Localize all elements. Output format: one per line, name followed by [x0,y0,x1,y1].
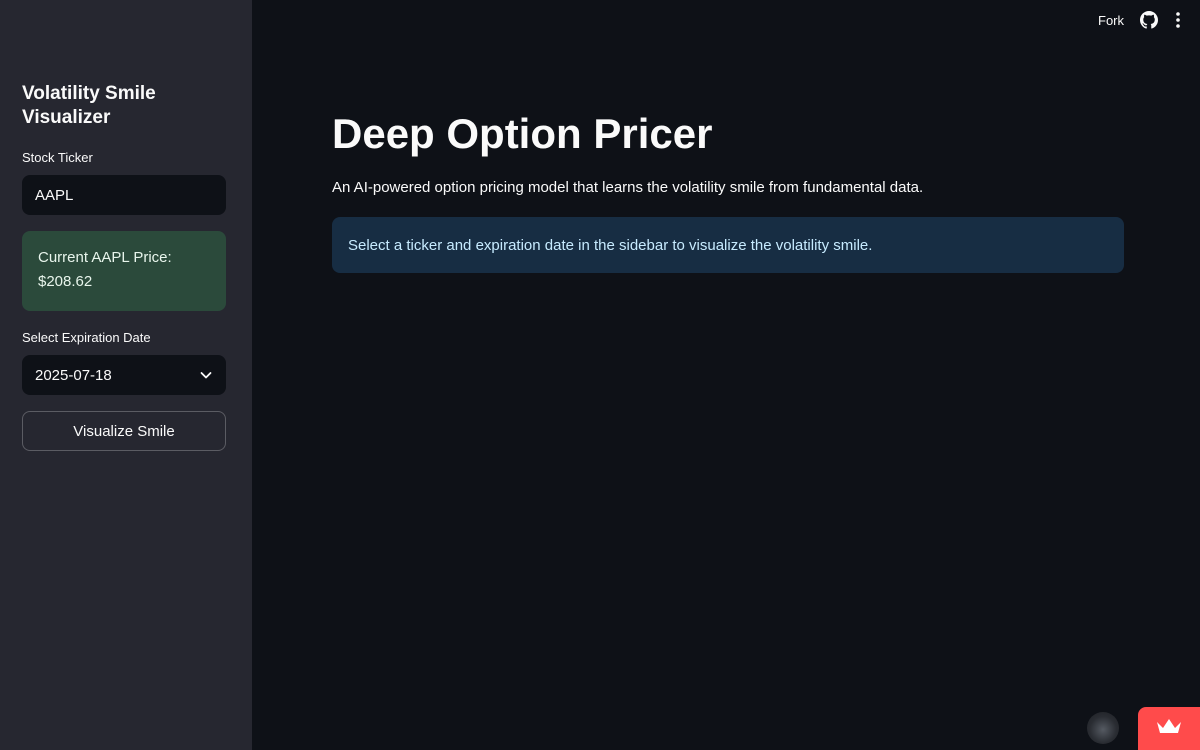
page-description: An AI-powered option pricing model that … [332,179,924,196]
info-alert: Select a ticker and expiration date in t… [332,217,1124,273]
ticker-label: Stock Ticker [22,150,93,165]
avatar[interactable] [1087,712,1119,744]
price-label: Current AAPL Price: [38,249,172,266]
expiration-date-select[interactable]: 2025-07-18 [22,355,226,395]
info-message: Select a ticker and expiration date in t… [348,236,873,254]
sidebar-title: Volatility Smile Visualizer [22,83,156,128]
fork-link[interactable]: Fork [1098,13,1124,28]
visualize-smile-button[interactable]: Visualize Smile [22,411,226,451]
sidebar: Volatility Smile Visualizer Stock Ticker… [0,0,252,750]
expiry-selected-value: 2025-07-18 [35,366,112,384]
streamlit-badge[interactable] [1138,707,1200,750]
current-price-box: Current AAPL Price: $208.62 [22,231,226,311]
top-toolbar: Fork [1098,10,1182,30]
menu-icon[interactable] [1174,11,1182,29]
crown-icon [1156,717,1182,740]
page-title: Deep Option Pricer [332,110,713,157]
github-icon[interactable] [1140,11,1158,29]
ticker-input[interactable] [22,175,226,215]
chevron-down-icon [199,368,213,382]
price-value: $208.62 [38,273,93,290]
expiry-label: Select Expiration Date [22,330,151,345]
app-root: Volatility Smile Visualizer Stock Ticker… [0,0,1200,750]
